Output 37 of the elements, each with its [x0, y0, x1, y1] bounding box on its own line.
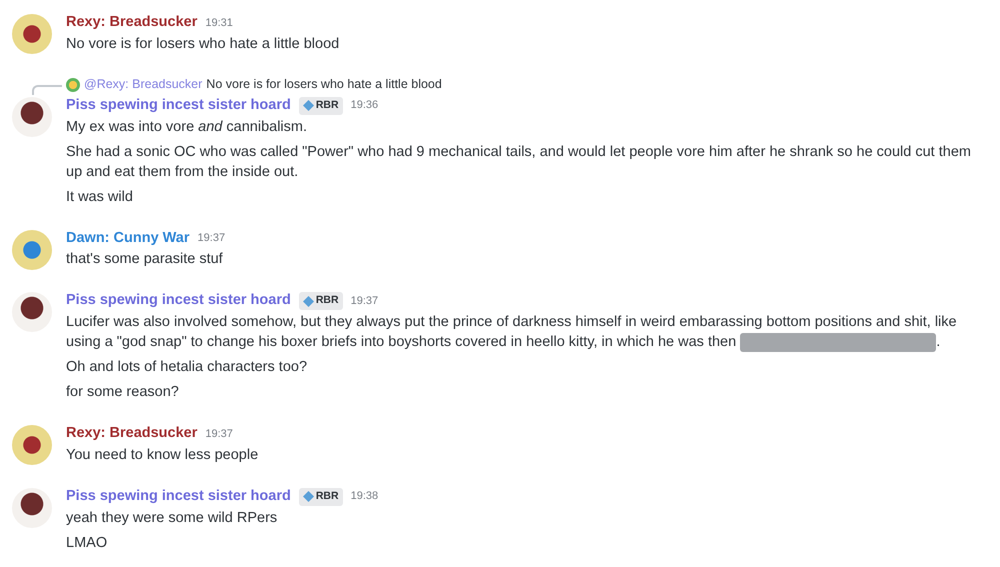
- timestamp: 19:31: [205, 16, 233, 31]
- timestamp: 19:38: [350, 489, 378, 504]
- message-text: yeah they were some wild RPers: [66, 508, 278, 528]
- role-tag: RBR: [298, 292, 343, 310]
- author-name[interactable]: Piss spewing incest sister hoard: [66, 486, 291, 508]
- avatar-icon[interactable]: [12, 14, 52, 54]
- diamond-icon: [302, 100, 314, 112]
- reply-text[interactable]: No vore is for losers who hate a little blood: [206, 75, 442, 94]
- avatar-icon[interactable]: [12, 425, 52, 465]
- message-text: for some reason?: [66, 383, 180, 402]
- timestamp: 19:37: [350, 294, 378, 309]
- role-tag: RBR: [298, 488, 343, 506]
- avatar-icon[interactable]: [12, 96, 52, 137]
- reply-author[interactable]: @Rexy: Breadsucker: [84, 75, 202, 94]
- diamond-icon: [302, 296, 314, 307]
- role-tag: RBR: [298, 96, 343, 114]
- message-text: She had a sonic OC who was called "Power" who had 9 mechanical tails, and would let people vore him after he shrank so he could cut them up and eat them from the inside out.: [66, 142, 972, 182]
- message-text: You need to know less people: [66, 446, 260, 465]
- message-text: My ex was into vore and cannibalism.: [66, 118, 308, 136]
- author-name[interactable]: Rexy: Breadsucker: [66, 423, 198, 445]
- message-text: that's some parasite stuf: [66, 250, 224, 270]
- avatar-icon[interactable]: [12, 488, 52, 528]
- message-text: Oh and lots of hetalia characters too?: [66, 358, 308, 377]
- message-text: Lucifer was also involved somehow, but they always put the prince of darkness himself in weird embarassing bottom positions and shit, like using a "god snap" to change his boxer briefs into boyshorts covered in heello kitty, in which he was then .: [66, 313, 958, 352]
- message-text: LMAO: [66, 534, 108, 552]
- timestamp: 19:36: [350, 98, 378, 114]
- author-name[interactable]: Piss spewing incest sister hoard: [66, 290, 291, 312]
- timestamp: 19:37: [198, 231, 226, 246]
- author-name[interactable]: Piss spewing incest sister hoard: [66, 94, 291, 116]
- author-name[interactable]: Rexy: Breadsucker: [66, 12, 198, 34]
- reply-line: [32, 84, 62, 95]
- avatar-icon[interactable]: [12, 292, 52, 332]
- author-name[interactable]: Dawn: Cunny War: [66, 228, 190, 250]
- message-text: No vore is for losers who hate a little blood: [66, 34, 340, 54]
- diamond-icon: [302, 491, 314, 502]
- message-text: It was wild: [66, 188, 134, 206]
- timestamp: 19:37: [205, 426, 233, 442]
